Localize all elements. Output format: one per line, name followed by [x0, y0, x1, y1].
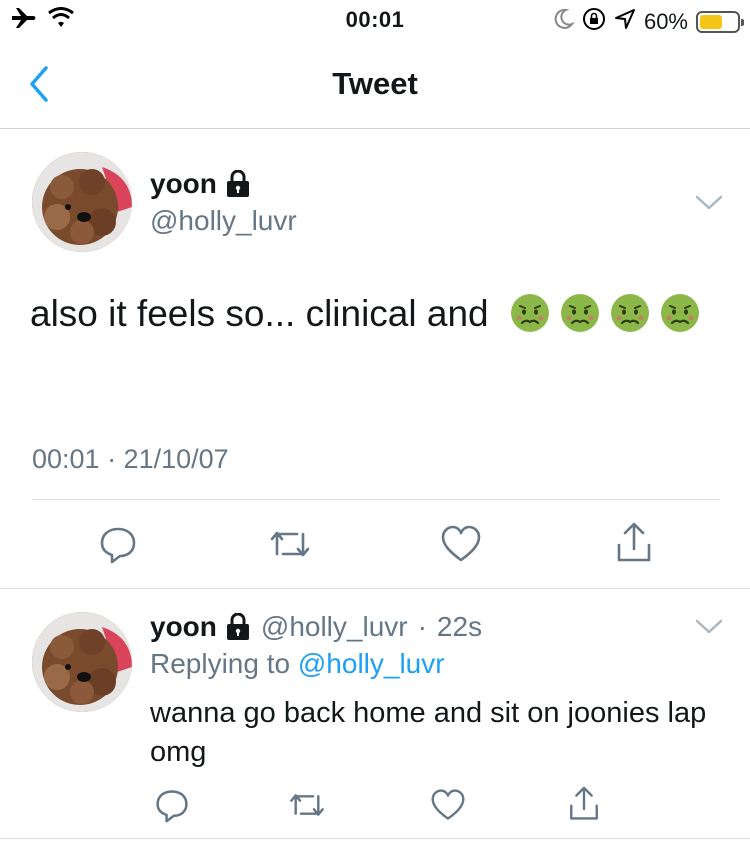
share-icon	[570, 786, 598, 820]
retweet-icon	[270, 531, 310, 557]
avatar-image	[32, 152, 132, 252]
nauseated-face-icon	[609, 292, 651, 334]
emoji-row	[499, 293, 709, 334]
like-button[interactable]	[438, 522, 484, 566]
divider	[0, 588, 750, 589]
tweet-body: also it feels so... clinical and	[30, 293, 489, 334]
reply-text: wanna go back home and sit on joonies la…	[150, 697, 707, 768]
reply-header: yoon @holly_luvr · 22s	[150, 611, 482, 643]
replying-prefix: Replying to	[150, 648, 291, 679]
nauseated-face-icon	[509, 292, 551, 334]
lock-icon	[226, 170, 249, 197]
reply-icon	[156, 790, 188, 823]
nauseated-face-icon	[559, 292, 601, 334]
retweet-icon	[290, 794, 324, 816]
rotation-lock-icon	[582, 7, 606, 37]
retweet-button[interactable]	[266, 522, 314, 566]
avatar[interactable]	[32, 612, 132, 712]
display-name: yoon	[150, 611, 217, 642]
battery-fill	[700, 15, 722, 29]
separator: ·	[417, 611, 427, 642]
page-title: Tweet	[332, 66, 418, 101]
battery-nub	[741, 19, 744, 26]
battery-icon	[696, 11, 744, 33]
share-button[interactable]	[564, 784, 604, 824]
nauseated-face-icon	[659, 292, 701, 334]
status-bar: 00:01 60%	[0, 0, 750, 40]
like-icon	[431, 789, 465, 820]
divider	[0, 838, 750, 839]
divider	[32, 499, 720, 500]
avatar-image	[32, 612, 132, 712]
tweet-age: 22s	[436, 611, 483, 642]
replying-to: Replying to @holly_luvr	[150, 648, 445, 680]
avatar[interactable]	[32, 152, 132, 252]
reply-button[interactable]	[96, 522, 140, 566]
location-icon	[614, 8, 636, 36]
author-name[interactable]: yoon	[150, 168, 251, 200]
replying-to-link[interactable]: @holly_luvr	[298, 648, 445, 679]
like-button[interactable]	[428, 786, 468, 824]
share-button[interactable]	[612, 520, 656, 566]
author-name[interactable]: yoon	[150, 611, 251, 643]
status-right: 60%	[554, 7, 744, 37]
share-icon	[617, 522, 651, 562]
reply-icon	[100, 527, 136, 564]
like-icon	[441, 525, 481, 562]
moon-icon	[554, 8, 575, 36]
chevron-down-icon[interactable]	[694, 617, 724, 637]
nav-bar: Tweet	[0, 40, 750, 129]
chevron-down-icon[interactable]	[694, 193, 724, 213]
lock-icon	[226, 613, 249, 640]
battery-percent: 60%	[643, 9, 688, 34]
tweet-timestamp[interactable]: 00:01 · 21/10/07	[32, 444, 229, 475]
author-handle[interactable]: @holly_luvr	[150, 205, 297, 237]
author-handle[interactable]: @holly_luvr	[261, 611, 408, 643]
reply-button[interactable]	[152, 786, 192, 824]
retweet-button[interactable]	[286, 786, 328, 824]
display-name: yoon	[150, 168, 217, 199]
tweet-text: also it feels so... clinical and	[30, 288, 720, 340]
